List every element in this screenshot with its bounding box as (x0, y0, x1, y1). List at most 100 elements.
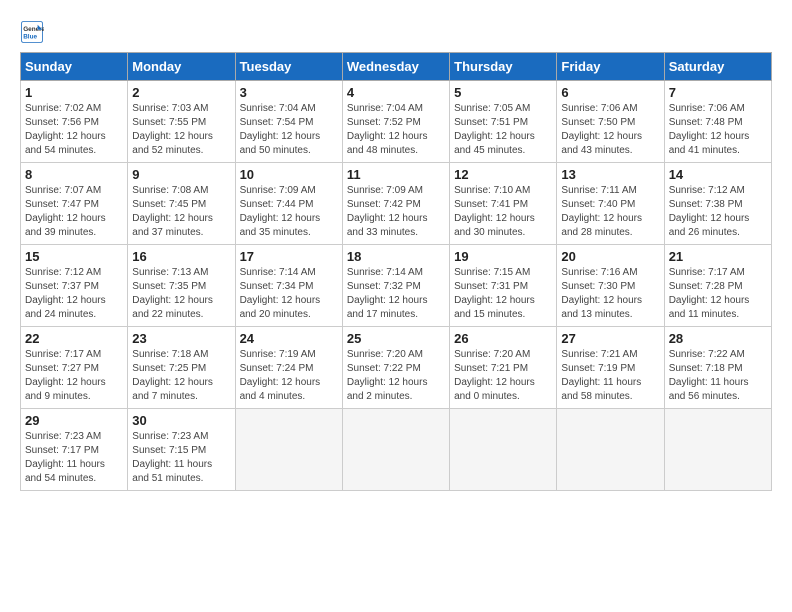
day-number: 16 (132, 249, 230, 264)
svg-text:Blue: Blue (23, 33, 37, 40)
week-row-3: 15 Sunrise: 7:12 AMSunset: 7:37 PMDayligh… (21, 245, 772, 327)
week-row-4: 22Sunrise: 7:17 AMSunset: 7:27 PMDayligh… (21, 327, 772, 409)
day-cell-25: 25 Sunrise: 7:20 AMSunset: 7:22 PMDayligh… (342, 327, 449, 409)
logo: General Blue (20, 20, 48, 44)
day-number: 19 (454, 249, 552, 264)
day-number: 27 (561, 331, 659, 346)
day-number: 1 (25, 85, 123, 100)
empty-cell (450, 409, 557, 491)
day-number: 26 (454, 331, 552, 346)
day-cell-15: 15 Sunrise: 7:12 AMSunset: 7:37 PMDayligh… (21, 245, 128, 327)
day-info: Sunrise: 7:20 AMSunset: 7:21 PMDaylight:… (454, 348, 552, 404)
day-cell-18: 18 Sunrise: 7:14 AMSunset: 7:32 PMDayligh… (342, 245, 449, 327)
week-row-5: 29 Sunrise: 7:23 AMSunset: 7:17 PMDayligh… (21, 409, 772, 491)
day-number: 30 (132, 413, 230, 428)
day-info: Sunrise: 7:16 AMSunset: 7:30 PMDaylight:… (561, 266, 659, 322)
day-number: 12 (454, 167, 552, 182)
day-number: 3 (240, 85, 338, 100)
day-cell-5: 5 Sunrise: 7:05 AMSunset: 7:51 PMDaylight… (450, 81, 557, 163)
empty-cell (235, 409, 342, 491)
day-number: 22 (25, 331, 123, 346)
week-row-1: 1 Sunrise: 7:02 AMSunset: 7:56 PMDaylight… (21, 81, 772, 163)
day-number: 8 (25, 167, 123, 182)
day-cell-19: 19 Sunrise: 7:15 AMSunset: 7:31 PMDayligh… (450, 245, 557, 327)
day-info: Sunrise: 7:09 AMSunset: 7:42 PMDaylight:… (347, 184, 445, 240)
day-info: Sunrise: 7:12 AMSunset: 7:37 PMDaylight:… (25, 266, 123, 322)
empty-cell (342, 409, 449, 491)
day-info: Sunrise: 7:06 AMSunset: 7:50 PMDaylight:… (561, 102, 659, 158)
day-header-sunday: Sunday (21, 53, 128, 81)
logo-icon: General Blue (20, 20, 44, 44)
day-info: Sunrise: 7:13 AMSunset: 7:35 PMDaylight:… (132, 266, 230, 322)
day-number: 20 (561, 249, 659, 264)
day-info: Sunrise: 7:06 AMSunset: 7:48 PMDaylight:… (669, 102, 767, 158)
day-cell-26: 26 Sunrise: 7:20 AMSunset: 7:21 PMDayligh… (450, 327, 557, 409)
day-cell-10: 10Sunrise: 7:09 AMSunset: 7:44 PMDayligh… (235, 163, 342, 245)
empty-cell (557, 409, 664, 491)
calendar-table: SundayMondayTuesdayWednesdayThursdayFrid… (20, 52, 772, 491)
day-cell-9: 9Sunrise: 7:08 AMSunset: 7:45 PMDaylight… (128, 163, 235, 245)
day-number: 7 (669, 85, 767, 100)
day-info: Sunrise: 7:12 AMSunset: 7:38 PMDaylight:… (669, 184, 767, 240)
day-header-tuesday: Tuesday (235, 53, 342, 81)
day-cell-23: 23Sunrise: 7:18 AMSunset: 7:25 PMDayligh… (128, 327, 235, 409)
day-info: Sunrise: 7:18 AMSunset: 7:25 PMDaylight:… (132, 348, 230, 404)
day-info: Sunrise: 7:19 AMSunset: 7:24 PMDaylight:… (240, 348, 338, 404)
day-cell-28: 28 Sunrise: 7:22 AMSunset: 7:18 PMDayligh… (664, 327, 771, 409)
day-number: 6 (561, 85, 659, 100)
day-cell-12: 12 Sunrise: 7:10 AMSunset: 7:41 PMDayligh… (450, 163, 557, 245)
day-info: Sunrise: 7:21 AMSunset: 7:19 PMDaylight:… (561, 348, 659, 404)
day-cell-27: 27 Sunrise: 7:21 AMSunset: 7:19 PMDayligh… (557, 327, 664, 409)
day-info: Sunrise: 7:03 AMSunset: 7:55 PMDaylight:… (132, 102, 230, 158)
day-info: Sunrise: 7:22 AMSunset: 7:18 PMDaylight:… (669, 348, 767, 404)
day-cell-13: 13Sunrise: 7:11 AMSunset: 7:40 PMDayligh… (557, 163, 664, 245)
day-info: Sunrise: 7:10 AMSunset: 7:41 PMDaylight:… (454, 184, 552, 240)
day-info: Sunrise: 7:20 AMSunset: 7:22 PMDaylight:… (347, 348, 445, 404)
day-header-monday: Monday (128, 53, 235, 81)
day-cell-3: 3 Sunrise: 7:04 AMSunset: 7:54 PMDaylight… (235, 81, 342, 163)
day-info: Sunrise: 7:23 AMSunset: 7:15 PMDaylight:… (132, 430, 230, 486)
day-cell-24: 24 Sunrise: 7:19 AMSunset: 7:24 PMDayligh… (235, 327, 342, 409)
day-info: Sunrise: 7:15 AMSunset: 7:31 PMDaylight:… (454, 266, 552, 322)
day-cell-21: 21 Sunrise: 7:17 AMSunset: 7:28 PMDayligh… (664, 245, 771, 327)
day-cell-22: 22Sunrise: 7:17 AMSunset: 7:27 PMDayligh… (21, 327, 128, 409)
day-number: 28 (669, 331, 767, 346)
day-cell-14: 14 Sunrise: 7:12 AMSunset: 7:38 PMDayligh… (664, 163, 771, 245)
day-info: Sunrise: 7:23 AMSunset: 7:17 PMDaylight:… (25, 430, 123, 486)
day-number: 2 (132, 85, 230, 100)
day-cell-4: 4Sunrise: 7:04 AMSunset: 7:52 PMDaylight… (342, 81, 449, 163)
day-cell-20: 20 Sunrise: 7:16 AMSunset: 7:30 PMDayligh… (557, 245, 664, 327)
day-header-saturday: Saturday (664, 53, 771, 81)
day-number: 15 (25, 249, 123, 264)
day-info: Sunrise: 7:11 AMSunset: 7:40 PMDaylight:… (561, 184, 659, 240)
day-cell-2: 2 Sunrise: 7:03 AMSunset: 7:55 PMDaylight… (128, 81, 235, 163)
day-number: 29 (25, 413, 123, 428)
day-info: Sunrise: 7:14 AMSunset: 7:32 PMDaylight:… (347, 266, 445, 322)
svg-text:General: General (23, 26, 44, 33)
day-info: Sunrise: 7:05 AMSunset: 7:51 PMDaylight:… (454, 102, 552, 158)
day-header-friday: Friday (557, 53, 664, 81)
day-info: Sunrise: 7:04 AMSunset: 7:52 PMDaylight:… (347, 102, 445, 158)
day-cell-29: 29 Sunrise: 7:23 AMSunset: 7:17 PMDayligh… (21, 409, 128, 491)
day-header-wednesday: Wednesday (342, 53, 449, 81)
day-info: Sunrise: 7:04 AMSunset: 7:54 PMDaylight:… (240, 102, 338, 158)
day-info: Sunrise: 7:02 AMSunset: 7:56 PMDaylight:… (25, 102, 123, 158)
day-number: 9 (132, 167, 230, 182)
day-cell-11: 11Sunrise: 7:09 AMSunset: 7:42 PMDayligh… (342, 163, 449, 245)
day-number: 21 (669, 249, 767, 264)
day-info: Sunrise: 7:17 AMSunset: 7:28 PMDaylight:… (669, 266, 767, 322)
day-number: 24 (240, 331, 338, 346)
day-number: 14 (669, 167, 767, 182)
day-number: 25 (347, 331, 445, 346)
day-cell-30: 30 Sunrise: 7:23 AMSunset: 7:15 PMDayligh… (128, 409, 235, 491)
week-row-2: 8 Sunrise: 7:07 AMSunset: 7:47 PMDaylight… (21, 163, 772, 245)
day-cell-16: 16 Sunrise: 7:13 AMSunset: 7:35 PMDayligh… (128, 245, 235, 327)
day-info: Sunrise: 7:07 AMSunset: 7:47 PMDaylight:… (25, 184, 123, 240)
day-header-thursday: Thursday (450, 53, 557, 81)
day-number: 10 (240, 167, 338, 182)
day-cell-6: 6 Sunrise: 7:06 AMSunset: 7:50 PMDaylight… (557, 81, 664, 163)
day-number: 5 (454, 85, 552, 100)
day-cell-7: 7 Sunrise: 7:06 AMSunset: 7:48 PMDaylight… (664, 81, 771, 163)
day-number: 18 (347, 249, 445, 264)
day-cell-8: 8 Sunrise: 7:07 AMSunset: 7:47 PMDaylight… (21, 163, 128, 245)
